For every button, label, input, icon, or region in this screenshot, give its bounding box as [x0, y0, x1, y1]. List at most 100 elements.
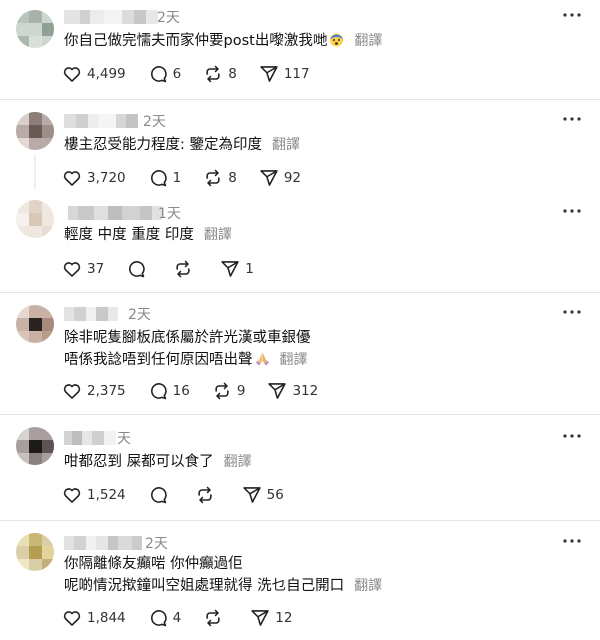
repost-count: 8: [228, 170, 237, 186]
reply-button[interactable]: 1: [148, 168, 181, 188]
reply-button[interactable]: 16: [148, 381, 190, 401]
repost-arrows-icon: [198, 486, 212, 504]
like-count: 1,844: [87, 610, 126, 626]
like-button[interactable]: 1,524: [62, 485, 126, 505]
send-paper-plane-icon: [260, 66, 278, 82]
repost-count: 8: [228, 66, 237, 82]
share-button[interactable]: 56: [242, 485, 284, 505]
send-paper-plane-icon: [221, 261, 239, 277]
heart-icon: [63, 171, 81, 186]
comment-text-line: 輕度 中度 重度 印度: [64, 227, 194, 243]
share-count: 1: [245, 261, 254, 277]
comment-post: 2天 你隔離條友癲啱 你仲癲過佢 呢啲情況揿鐘叫空姐處理就得 洗乜自己開口 翻譯 …: [0, 521, 600, 640]
comment-text-line: 唔係我諗唔到任何原因唔出聲: [64, 352, 253, 368]
username-redacted[interactable]: [68, 206, 162, 220]
comment-post: 2天 你自己做完懦夫而家仲要post出嚟激我哋 翻譯 4,499 6 8 117: [0, 0, 600, 99]
thread-line: [34, 154, 36, 190]
repost-button[interactable]: [203, 608, 228, 628]
reply-button[interactable]: 4: [148, 608, 182, 628]
repost-arrows-icon: [206, 65, 220, 83]
repost-arrows-icon: [176, 260, 190, 278]
send-paper-plane-icon: [242, 487, 261, 503]
share-count: 56: [266, 487, 284, 503]
comment-post: 天 咁都忍到 屎都可以食了 翻譯 1,524 56: [0, 415, 600, 520]
translate-link[interactable]: 翻譯: [280, 352, 308, 368]
share-button[interactable]: 117: [259, 64, 310, 84]
post-time: 1天: [158, 206, 181, 222]
translate-link[interactable]: 翻譯: [354, 33, 382, 49]
avatar[interactable]: [16, 200, 54, 238]
username-redacted[interactable]: [64, 10, 158, 24]
comment-post: 2天 樓主忍受能力程度: 鑒定為印度 翻譯 3,720 1 8 92: [0, 100, 600, 194]
action-bar: 37 1: [62, 258, 276, 280]
avatar[interactable]: [16, 533, 54, 571]
share-button[interactable]: 92: [259, 168, 301, 188]
post-time: 2天: [143, 114, 166, 130]
comment-bubble-icon: [150, 610, 167, 627]
username-redacted[interactable]: [64, 536, 142, 550]
share-count: 12: [275, 610, 293, 626]
like-button[interactable]: 4,499: [62, 64, 126, 84]
repost-button[interactable]: [173, 259, 198, 279]
like-count: 1,524: [87, 487, 126, 503]
translate-link[interactable]: 翻譯: [354, 578, 382, 594]
repost-button[interactable]: 9: [212, 381, 245, 401]
post-time: 2天: [128, 307, 151, 323]
post-time: 2天: [157, 10, 180, 26]
reply-button[interactable]: 6: [148, 64, 182, 84]
username-redacted[interactable]: [64, 114, 138, 128]
repost-button[interactable]: 8: [203, 168, 237, 188]
comment-text: 樓主忍受能力程度: 鑒定為印度 翻譯: [64, 134, 300, 156]
praying-hands-emoji-icon: [255, 351, 270, 366]
reply-button[interactable]: [148, 485, 173, 505]
comment-bubble-icon: [129, 261, 145, 278]
reply-count: 4: [172, 610, 182, 626]
comment-text-line: 除非呢隻腳板底係屬於許光漢或車銀優: [64, 330, 311, 346]
translate-link[interactable]: 翻譯: [272, 137, 300, 153]
reply-button[interactable]: [126, 259, 151, 279]
more-options-icon[interactable]: [562, 538, 582, 554]
avatar[interactable]: [16, 10, 54, 48]
comment-text-line: 你隔離條友癲啱 你仲癲過佢: [64, 556, 243, 572]
heart-icon: [63, 488, 81, 503]
translate-link[interactable]: 翻譯: [224, 454, 252, 470]
action-bar: 3,720 1 8 92: [62, 167, 323, 189]
more-options-icon[interactable]: [562, 116, 582, 132]
share-count: 117: [283, 66, 310, 82]
face-emoji-icon: [329, 32, 344, 47]
like-count: 37: [87, 261, 105, 277]
send-paper-plane-icon: [260, 170, 278, 186]
comment-text: 你隔離條友癲啱 你仲癲過佢 呢啲情況揿鐘叫空姐處理就得 洗乜自己開口 翻譯: [64, 553, 382, 597]
username-redacted[interactable]: [64, 307, 118, 321]
avatar[interactable]: [16, 427, 54, 465]
more-options-icon[interactable]: [562, 12, 582, 28]
more-options-icon[interactable]: [562, 208, 582, 224]
like-button[interactable]: 3,720: [62, 168, 126, 188]
like-button[interactable]: 2,375: [62, 381, 126, 401]
avatar[interactable]: [16, 305, 54, 343]
share-count: 92: [283, 170, 302, 186]
like-button[interactable]: 1,844: [62, 608, 126, 628]
repost-arrows-icon: [206, 609, 220, 627]
comment-text: 輕度 中度 重度 印度 翻譯: [64, 224, 232, 246]
action-bar: 2,375 16 9 312: [62, 380, 340, 402]
avatar[interactable]: [16, 112, 54, 150]
comment-post: 2天 除非呢隻腳板底係屬於許光漢或車銀優 唔係我諗唔到任何原因唔出聲 翻譯 2,3…: [0, 293, 600, 414]
action-bar: 1,844 4 12: [62, 607, 314, 629]
repost-button[interactable]: 8: [203, 64, 237, 84]
comment-text: 除非呢隻腳板底係屬於許光漢或車銀優 唔係我諗唔到任何原因唔出聲 翻譯: [64, 327, 311, 371]
more-options-icon[interactable]: [562, 433, 582, 449]
translate-link[interactable]: 翻譯: [204, 227, 232, 243]
share-button[interactable]: 312: [267, 381, 318, 401]
share-button[interactable]: 1: [220, 259, 254, 279]
like-button[interactable]: 37: [62, 259, 104, 279]
heart-icon: [63, 67, 81, 82]
comment-bubble-icon: [150, 170, 167, 187]
more-options-icon[interactable]: [562, 309, 582, 325]
reply-count: 6: [172, 66, 182, 82]
username-redacted[interactable]: [64, 431, 116, 445]
repost-button[interactable]: [195, 485, 220, 505]
like-count: 4,499: [87, 66, 126, 82]
share-button[interactable]: 12: [250, 608, 292, 628]
repost-arrows-icon: [215, 382, 229, 400]
